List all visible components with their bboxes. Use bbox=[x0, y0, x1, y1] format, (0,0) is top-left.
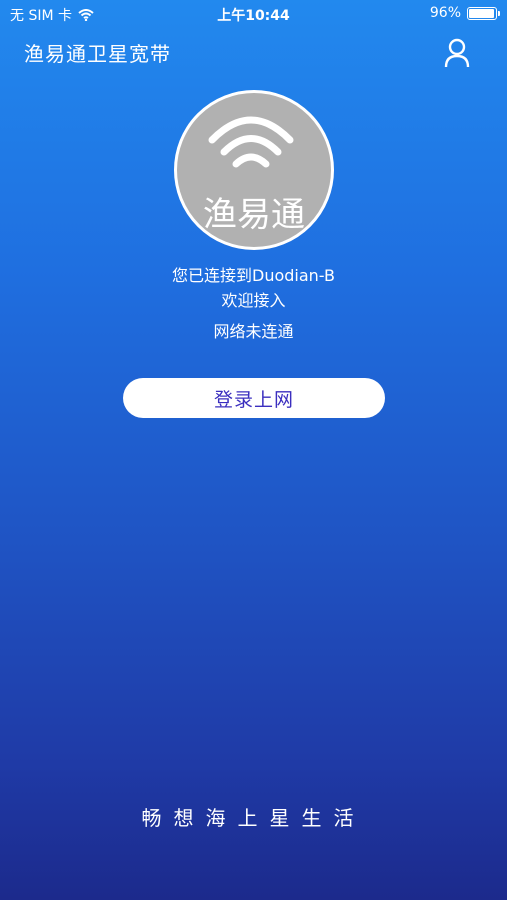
battery-fill bbox=[469, 8, 494, 18]
logo: 渔易通 bbox=[174, 90, 334, 250]
wifi-icon bbox=[208, 116, 294, 168]
connected-to-text: 您已连接到Duodian-B bbox=[172, 266, 335, 285]
user-icon[interactable] bbox=[443, 38, 471, 68]
status-right: 96% bbox=[429, 5, 500, 21]
slogan: 畅想海上星生活 bbox=[141, 806, 366, 830]
status-bar: 无 SIM 卡 上午10:44 96% bbox=[0, 0, 507, 28]
welcome-text: 欢迎接入 bbox=[221, 291, 286, 310]
battery-percent: 96% bbox=[429, 5, 461, 21]
battery-icon bbox=[467, 6, 500, 20]
logo-text: 渔易通 bbox=[203, 195, 305, 235]
network-status-text: 网络未连通 bbox=[213, 322, 294, 341]
page-title: 渔易通卫星宽带 bbox=[24, 42, 171, 66]
login-button[interactable]: 登录上网 bbox=[123, 378, 385, 418]
